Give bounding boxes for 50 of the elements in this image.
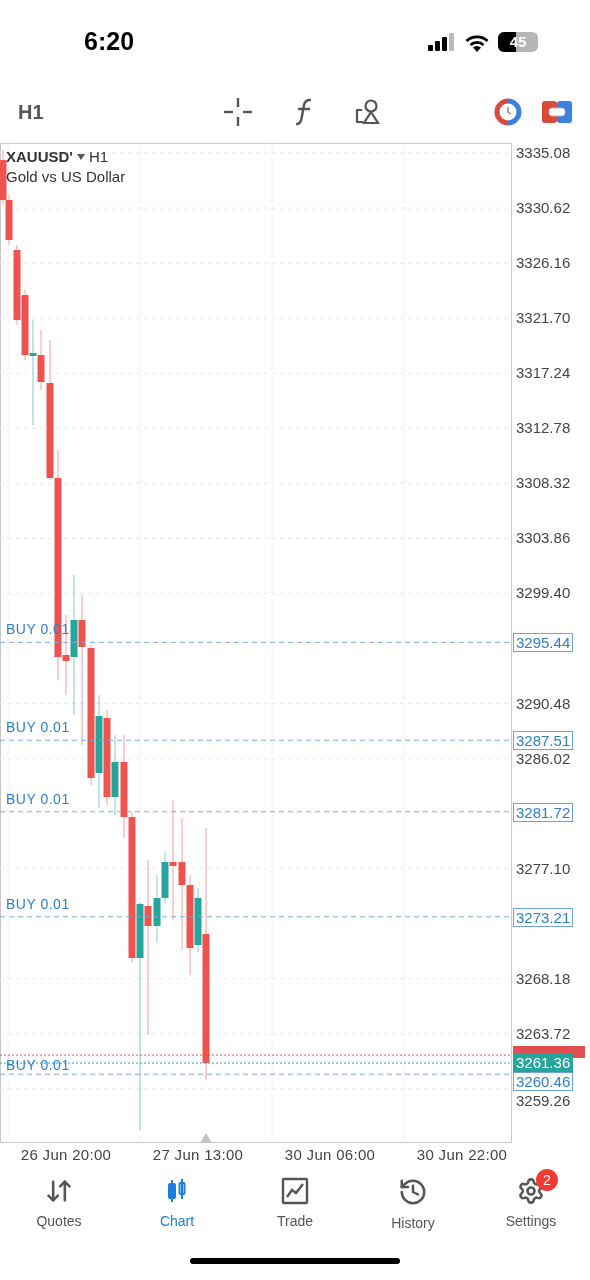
order-label: BUY 0.01 (6, 719, 70, 736)
price-tick: 3303.86 (516, 529, 571, 548)
time-tick: 30 Jun 06:00 (283, 1144, 377, 1165)
order-label: BUY 0.01 (6, 790, 70, 807)
price-tick: 3330.62 (516, 199, 571, 218)
history-icon (398, 1177, 428, 1207)
order-price-tag: 3295.44 (513, 633, 574, 653)
time-tick: 30 Jun 22:00 (415, 1144, 509, 1165)
timeframe-button[interactable]: H1 (18, 96, 198, 127)
ring-icon[interactable] (494, 97, 522, 126)
price-tick: 3263.72 (516, 1024, 571, 1043)
tab-bar-item[interactable]: Quotes (36, 1177, 82, 1234)
order-price-tag: 3273.21 (513, 907, 574, 927)
signal-icon (428, 33, 456, 51)
clock-time: 6:20 (84, 26, 135, 58)
tab-bar-item[interactable]: History (391, 1177, 435, 1234)
function-icon[interactable] (294, 97, 312, 126)
price-tick: 3277.10 (516, 859, 571, 878)
price-tick: 3335.08 (516, 144, 571, 162)
symbol-name[interactable]: XAUUSD' (6, 147, 73, 167)
crosshair-icon[interactable] (224, 97, 252, 126)
price-tick: 3326.16 (516, 254, 571, 273)
symbol-description: Gold vs US Dollar (6, 167, 126, 187)
arrows-icon (45, 1177, 73, 1205)
line-chart-icon (281, 1177, 309, 1205)
order-label: BUY 0.01 (6, 1057, 70, 1074)
order-price-tag: 3281.72 (513, 802, 574, 822)
price-tick: 3286.02 (516, 749, 571, 768)
price-tick: 3268.18 (516, 969, 571, 988)
notification-badge: 2 (536, 1169, 558, 1191)
order-label: BUY 0.01 (6, 895, 70, 912)
objects-icon[interactable] (354, 97, 382, 126)
price-tick: 3308.32 (516, 474, 571, 493)
toggle-icon[interactable] (542, 100, 572, 123)
settings-icon (517, 1177, 545, 1205)
price-tick: 3312.78 (516, 419, 571, 438)
price-tick: 3317.24 (516, 364, 571, 383)
bid-price-tag: 3261.36 (513, 1054, 574, 1073)
time-tick: 27 Jun 13:00 (151, 1144, 245, 1165)
time-tick: 26 Jun 20:00 (19, 1144, 113, 1165)
tab-bar-item[interactable]: Trade (276, 1177, 314, 1234)
order-price-tag: 3287.51 (513, 731, 574, 751)
dropdown-caret-icon[interactable] (76, 154, 85, 160)
tab-bar-item[interactable]: Chart (159, 1177, 195, 1234)
price-tick: 3321.70 (516, 309, 571, 328)
order-price-tag: 3260.46 (513, 1072, 574, 1092)
price-tick: 3259.26 (516, 1092, 571, 1110)
price-tick: 3299.40 (516, 584, 571, 603)
symbol-timeframe: H1 (88, 147, 109, 167)
price-tick: 3290.48 (516, 694, 571, 713)
